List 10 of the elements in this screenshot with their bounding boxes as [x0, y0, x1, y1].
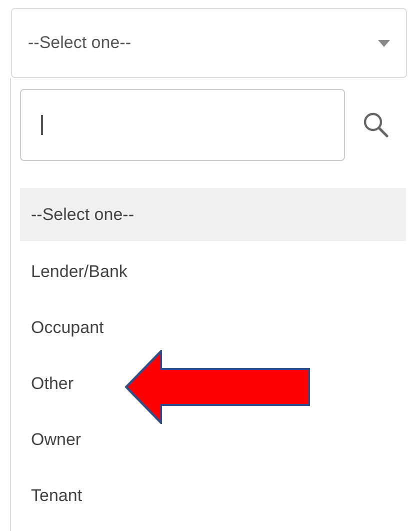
search-field[interactable]: [20, 89, 345, 161]
select-field[interactable]: --Select one--: [11, 8, 407, 78]
dropdown-option[interactable]: Owner: [20, 412, 406, 468]
dropdown-option[interactable]: Occupant: [20, 300, 406, 356]
dropdown-option[interactable]: Other: [20, 356, 406, 412]
dropdown-option[interactable]: Tenant: [20, 468, 406, 524]
dropdown-option[interactable]: Lender/Bank: [20, 244, 406, 300]
dropdown-option[interactable]: --Select one--: [20, 188, 406, 241]
select-value: --Select one--: [28, 33, 131, 53]
search-icon[interactable]: [363, 112, 389, 138]
